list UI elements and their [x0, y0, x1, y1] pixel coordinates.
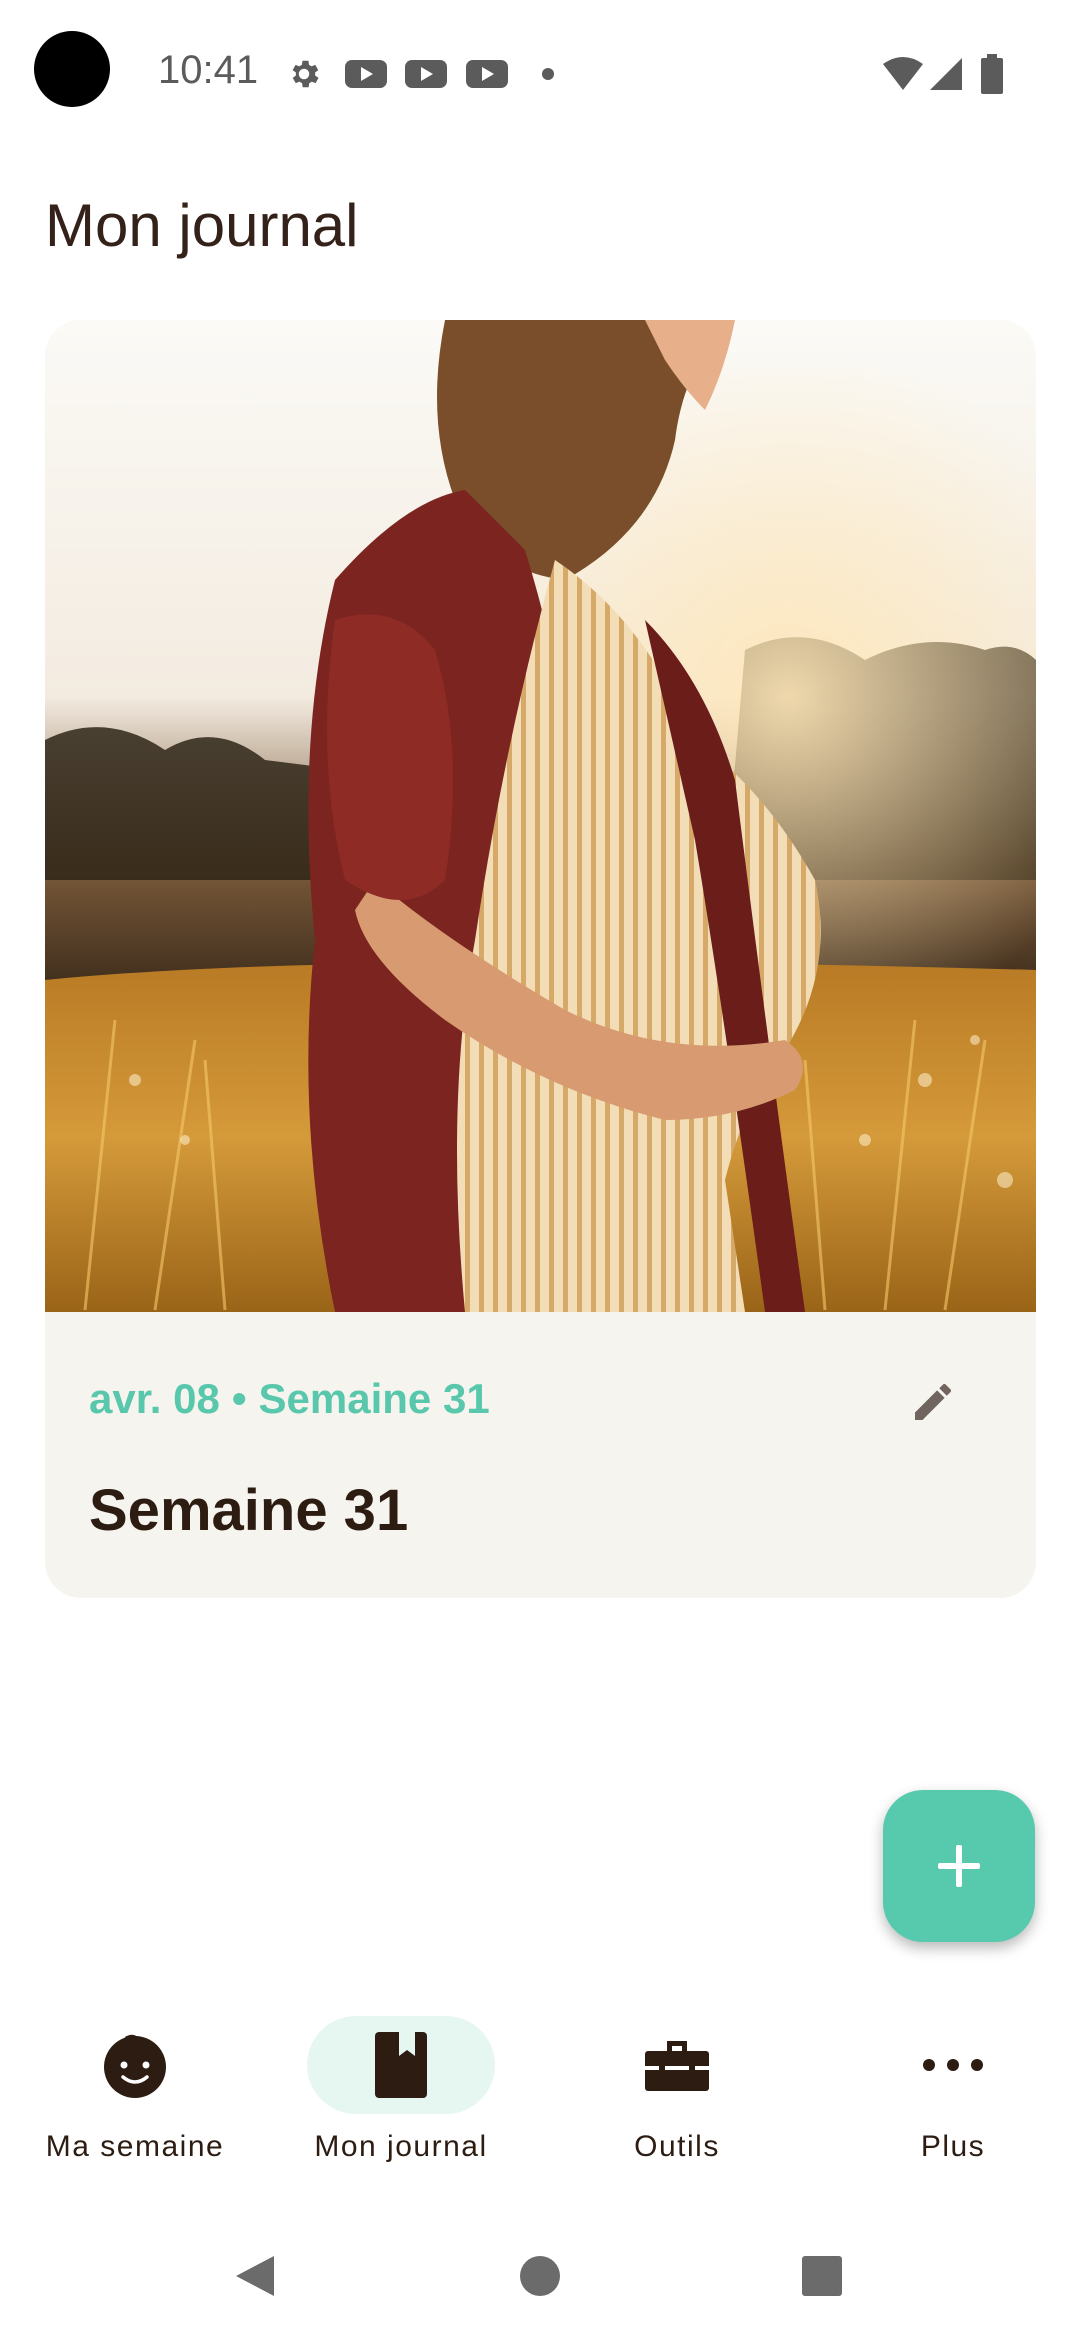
- nav-label-mon-journal: Mon journal: [314, 2130, 488, 2163]
- nav-label-plus: Plus: [920, 2130, 986, 2163]
- entry-date-week: avr. 08 • Semaine 31: [89, 1378, 490, 1420]
- pregnant-woman-in-field-photo: [45, 320, 1036, 1312]
- edit-entry-button[interactable]: [897, 1366, 969, 1438]
- journal-entry-card[interactable]: avr. 08 • Semaine 31 Semaine 31: [45, 320, 1036, 1598]
- book-icon: [366, 2030, 436, 2100]
- toolbox-icon: [642, 2030, 712, 2100]
- status-bar: 10:41: [0, 0, 1080, 140]
- entry-week-tag: Semaine 31: [258, 1375, 490, 1422]
- entry-title: Semaine 31: [89, 1478, 409, 1543]
- system-navigation-bar: [0, 2230, 1080, 2320]
- pencil-icon: [915, 1383, 952, 1420]
- nav-outils[interactable]: Outils: [542, 2000, 812, 2190]
- battery-icon: [981, 54, 1003, 94]
- youtube-icon: [466, 60, 508, 88]
- settings-icon: [292, 60, 319, 88]
- more-dots-icon: [918, 2030, 988, 2100]
- bottom-navigation: Ma semaine Mon journal Outils Plus: [0, 2000, 1080, 2190]
- recents-icon[interactable]: [800, 2254, 844, 2298]
- meta-separator: •: [231, 1375, 247, 1422]
- home-icon[interactable]: [518, 2254, 562, 2298]
- dot-icon: [542, 68, 554, 80]
- entry-date: avr. 08: [89, 1375, 220, 1422]
- youtube-icon: [345, 60, 387, 88]
- nav-label-ma-semaine: Ma semaine: [45, 2130, 225, 2163]
- nav-label-outils: Outils: [634, 2130, 720, 2163]
- nav-mon-journal[interactable]: Mon journal: [266, 2000, 536, 2190]
- baby-face-icon: [100, 2030, 170, 2100]
- camera-cutout: [34, 31, 110, 107]
- page-title: Mon journal: [45, 192, 359, 259]
- wifi-icon: [883, 57, 923, 90]
- status-time: 10:41: [158, 48, 259, 92]
- plus-icon: [938, 1845, 980, 1887]
- back-icon[interactable]: [234, 2254, 276, 2298]
- signal-icon: [930, 58, 962, 90]
- add-entry-button[interactable]: [883, 1790, 1035, 1942]
- nav-plus[interactable]: Plus: [818, 2000, 1080, 2190]
- nav-ma-semaine[interactable]: Ma semaine: [0, 2000, 270, 2190]
- youtube-icon: [405, 60, 447, 88]
